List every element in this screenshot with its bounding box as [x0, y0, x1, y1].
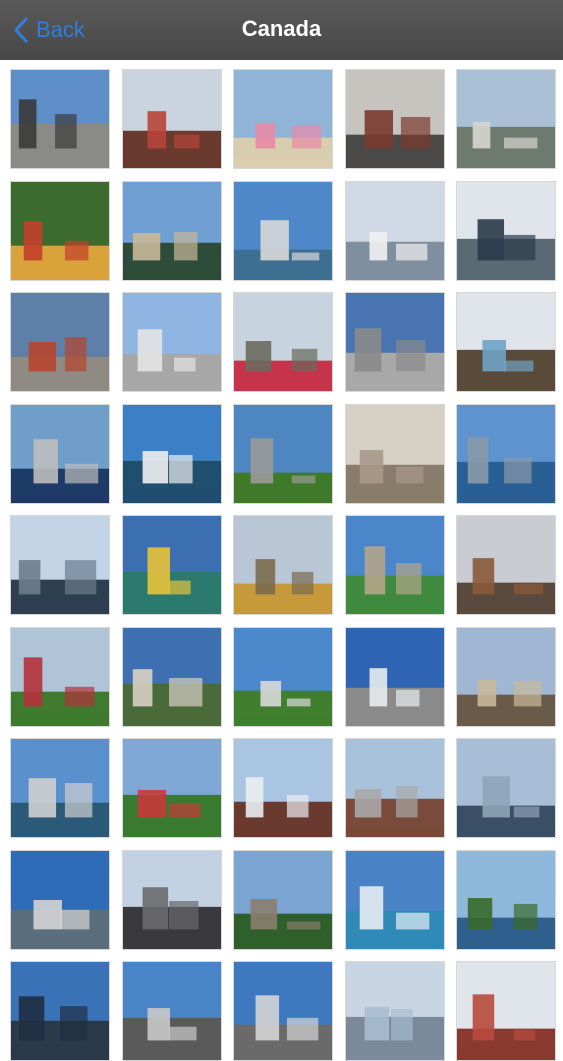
photo-image [122, 293, 221, 391]
photo-image [234, 404, 332, 503]
photo-image [345, 404, 444, 503]
photo-thumbnail-beach-umbrellas[interactable] [233, 69, 333, 169]
photo-thumbnail-tall-towers[interactable] [10, 961, 110, 1061]
photo-thumbnail-castle-gray[interactable] [121, 849, 222, 950]
photo-thumbnail-glass-tower[interactable] [456, 292, 556, 392]
photo-image [457, 516, 555, 614]
photo-thumbnail-waterfront-building[interactable] [121, 180, 222, 281]
photo-image [234, 962, 332, 1060]
photo-thumbnail-dome-building[interactable] [233, 961, 333, 1061]
photo-thumbnail-chateau-town[interactable] [121, 626, 222, 727]
photo-thumbnail-cruise-ship[interactable] [121, 403, 222, 504]
photo-image [122, 181, 221, 280]
photo-thumbnail-aviation-museum[interactable] [456, 180, 556, 281]
photo-thumbnail-curved-glass-building[interactable] [344, 626, 445, 727]
photo-thumbnail-flatiron-building[interactable] [121, 69, 222, 169]
navigation-bar: Back Canada [0, 0, 563, 60]
photo-thumbnail-brick-houses[interactable] [344, 738, 445, 838]
photo-image [457, 181, 555, 280]
photo-thumbnail-garden-mansion[interactable] [121, 738, 222, 838]
photo-thumbnail-highrise-glass[interactable] [344, 961, 445, 1061]
photo-image [345, 293, 444, 391]
photo-thumbnail-harbor-city[interactable] [10, 849, 110, 950]
photo-image [11, 962, 109, 1060]
photo-image [11, 850, 109, 949]
photo-thumbnail-modern-museum[interactable] [10, 292, 110, 392]
photo-image [457, 850, 555, 949]
photo-thumbnail-canada-place[interactable] [344, 180, 445, 281]
photo-image [457, 627, 555, 726]
photo-thumbnail-red-brick-tower[interactable] [456, 961, 556, 1061]
photo-thumbnail-airport[interactable] [10, 69, 110, 169]
photo-thumbnail-exhibition-park[interactable] [233, 626, 333, 727]
photo-image [345, 739, 444, 837]
photo-thumbnail-green-road[interactable] [233, 403, 333, 504]
photo-image [345, 627, 444, 726]
photo-image [122, 70, 221, 168]
photo-thumbnail-lake-skyline[interactable] [456, 403, 556, 504]
photo-thumbnail-marina-skyline[interactable] [456, 738, 556, 838]
photo-thumbnail-baseball-stadium[interactable] [10, 626, 110, 727]
photo-thumbnail-cn-tower[interactable] [233, 180, 333, 281]
photo-image [122, 404, 221, 503]
photo-thumbnail-peace-tower[interactable] [344, 515, 445, 615]
photo-image [457, 404, 555, 503]
photo-image [11, 181, 109, 280]
photo-image [122, 739, 221, 837]
photo-thumbnail-cn-tower-cityview[interactable] [10, 738, 110, 838]
photo-thumbnail-parliament-fall[interactable] [233, 515, 333, 615]
photo-thumbnail-curved-bridge[interactable] [10, 403, 110, 504]
photo-image [11, 627, 109, 726]
photo-thumbnail-mountain-village[interactable] [233, 738, 333, 838]
photo-image [234, 70, 332, 168]
photo-image [11, 516, 109, 614]
photo-thumbnail-city-street[interactable] [344, 69, 445, 169]
photo-image [11, 293, 109, 391]
photo-image [11, 404, 109, 503]
photo-image [234, 850, 332, 949]
photo-image [234, 627, 332, 726]
photo-thumbnail-city-dusk[interactable] [456, 515, 556, 615]
photo-thumbnail-horse-carriage[interactable] [344, 403, 445, 504]
photo-image [234, 739, 332, 837]
photo-thumbnail-rocky-mountains-lake[interactable] [344, 849, 445, 950]
photo-image [234, 293, 332, 391]
photo-thumbnail-harbour-aerial[interactable] [456, 69, 556, 169]
photo-image [457, 962, 555, 1060]
photo-thumbnail-city-hall[interactable] [344, 292, 445, 392]
photo-image [11, 739, 109, 837]
photo-image [345, 181, 444, 280]
photo-thumbnail-downtown-towers[interactable] [10, 515, 110, 615]
photo-image [122, 627, 221, 726]
photo-thumbnail-white-church[interactable] [121, 292, 222, 392]
photo-thumbnail-old-building-towers[interactable] [456, 626, 556, 727]
photo-image [234, 516, 332, 614]
photo-image [457, 739, 555, 837]
photo-image [345, 70, 444, 168]
photo-thumbnail-mountain-lake[interactable] [121, 515, 222, 615]
photo-image [122, 850, 221, 949]
photo-image [457, 70, 555, 168]
photo-thumbnail-flower-garden[interactable] [10, 180, 110, 281]
photo-image [122, 962, 221, 1060]
photo-image [345, 850, 444, 949]
photo-image [234, 181, 332, 280]
photo-thumbnail-skyline-partial[interactable] [121, 961, 222, 1061]
photo-image [457, 293, 555, 391]
photo-image [345, 962, 444, 1060]
photo-thumbnail-parliament-garden[interactable] [233, 292, 333, 392]
photo-thumbnail-coastal-tree[interactable] [456, 849, 556, 950]
photo-thumbnail-chateau-hill[interactable] [233, 849, 333, 950]
photo-image [11, 70, 109, 168]
page-title: Canada [241, 16, 322, 41]
photo-image [122, 516, 221, 614]
photo-image [345, 516, 444, 614]
